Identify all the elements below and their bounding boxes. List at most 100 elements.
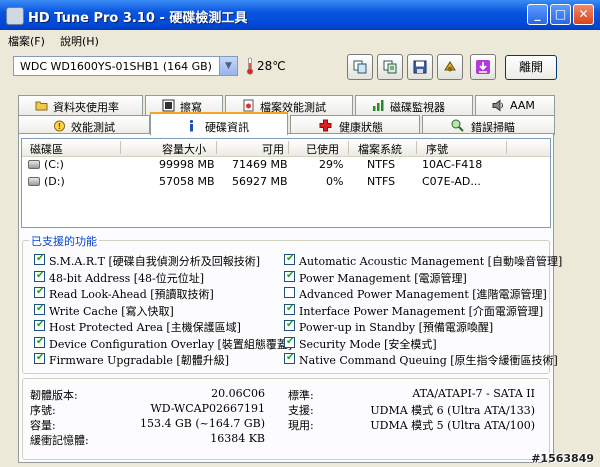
feature-checkbox: ✔ [284,336,295,348]
maximize-button[interactable]: □ [550,4,571,25]
feature-label: Write Cache [寫入快取] [49,304,174,318]
download-icon [476,60,490,74]
tab-label: 硬碟資訊 [205,121,249,134]
close-button[interactable]: ✕ [573,4,594,25]
tab-error-scan[interactable]: 錯誤掃瞄 [422,115,555,135]
tab-disk-info[interactable]: 硬碟資訊 [150,112,288,135]
feature-label: 48-bit Address [48-位元位址] [49,271,205,285]
minimize-icon: _ [534,7,541,21]
used-cell: 29% [319,158,344,171]
feature-label: Automatic Acoustic Management [自動噪音管理] [299,255,563,268]
info-label: 標準: [288,389,314,402]
benchmark-icon: ! [54,120,65,132]
info-label: 現用: [288,419,314,432]
tab-disk-monitor[interactable]: 磁碟監視器 [355,95,473,115]
tab-label: AAM [510,99,535,112]
info-label: 韌體版本: [30,389,78,402]
column-header-capacity[interactable]: 容量大小 [162,141,206,157]
folder-icon [35,101,48,111]
drive-icon [28,160,40,169]
file-benchmark-icon [243,99,254,112]
maximize-icon: □ [554,7,567,21]
minimize-button[interactable]: _ [527,4,548,25]
check-icon: ✔ [286,352,295,363]
check-icon: ✔ [286,302,295,314]
partition-list-header: 磁碟區 容量大小 可用 已使用 檔案系統 序號 [22,139,550,157]
menu-file[interactable]: 檔案(F) [8,33,45,49]
tab-aam[interactable]: AAM [475,95,555,115]
download-button[interactable] [470,54,496,80]
check-icon: ✔ [286,253,295,264]
title-bar[interactable]: HD Tune Pro 3.10 - 硬碟檢測工具 _ □ ✕ [0,0,600,30]
check-icon: ✔ [36,269,45,281]
copy-text-icon [383,60,397,74]
tab-label: 資料夾使用率 [53,101,119,114]
tab-folder-usage[interactable]: 資料夾使用率 [18,95,143,115]
info-icon [189,119,194,132]
feature-checkbox: ✔ [284,269,295,282]
tab-benchmark[interactable]: ! 效能測試 [18,115,150,135]
info-value: 16384 KB [210,432,265,445]
column-header-free[interactable]: 可用 [262,141,284,157]
info-value: UDMA 模式 6 (Ultra ATA/133) [370,404,535,417]
scan-magnifier-icon [451,119,464,132]
drive-icon [28,177,40,186]
check-icon: ✔ [286,269,295,281]
list-item[interactable]: (C:) 99998 MB 71469 MB 29% NTFS 10AC-F41… [22,157,550,173]
copy-text-button[interactable] [377,54,403,80]
window-title: HD Tune Pro 3.10 - 硬碟檢測工具 [28,11,248,26]
check-icon: ✔ [36,319,45,330]
options-button[interactable] [437,54,463,80]
feature-label: Advanced Power Management [進階電源管理] [299,288,547,301]
info-label: 序號: [30,404,56,417]
column-header-volume[interactable]: 磁碟區 [30,141,63,157]
eraser-icon [162,99,175,112]
menu-bar: 檔案(F) 說明(H) [0,30,600,50]
feature-label: Host Protected Area [主機保護區域] [49,321,241,334]
info-value: WD-WCAP02667191 [150,402,265,415]
info-value: UDMA 模式 5 (Ultra ATA/100) [370,419,535,432]
check-icon: ✔ [36,286,45,297]
column-header-used[interactable]: 已使用 [306,141,339,157]
column-header-serial[interactable]: 序號 [426,141,448,157]
menu-help[interactable]: 說明(H) [60,33,99,49]
list-item[interactable]: (D:) 57058 MB 56927 MB 0% NTFS C07E-AD..… [22,174,550,190]
serial-cell: 10AC-F418 [422,158,483,171]
check-icon: ✔ [36,335,45,347]
volume-cell: (C:) [44,158,64,171]
monitor-chart-icon [373,100,384,111]
check-icon: ✔ [36,352,45,363]
feature-label: Firmware Upgradable [韌體升級] [49,354,229,367]
copy-button[interactable] [347,54,373,80]
feature-checkbox: ✔ [284,253,295,265]
info-value: 153.4 GB (~164.7 GB) [139,417,265,430]
options-icon [444,61,456,72]
feature-checkbox: ✔ [284,319,295,331]
feature-label: Device Configuration Overlay [裝置組態覆蓋] [49,337,293,351]
svg-text:!: ! [58,122,62,131]
features-title: 已支援的功能 [29,233,99,249]
exit-button[interactable]: 離開 [505,55,557,80]
partition-list[interactable]: 磁碟區 容量大小 可用 已使用 檔案系統 序號 (C:) 99998 MB 71… [21,138,551,228]
feature-checkbox: ✔ [34,269,45,282]
speaker-icon [492,99,503,112]
save-button[interactable] [407,54,433,80]
feature-checkbox [284,287,295,298]
filesystem-cell: NTFS [367,158,396,171]
column-header-filesystem[interactable]: 檔案系統 [358,141,402,157]
feature-checkbox: ✔ [34,286,45,298]
info-label: 緩衝記憶體: [30,434,89,447]
check-icon: ✔ [286,319,295,330]
feature-checkbox: ✔ [34,352,45,364]
app-window: HD Tune Pro 3.10 - 硬碟檢測工具 _ □ ✕ 檔案(F) 說明… [0,0,600,467]
copy-icon [353,60,367,74]
drive-select-value: WDC WD1600YS-01SHB1 (164 GB) [20,60,212,73]
feature-checkbox: ✔ [34,303,45,315]
tab-health[interactable]: 健康狀態 [290,115,420,135]
watermark-text: #1563849 [531,452,594,465]
feature-checkbox: ✔ [34,319,45,331]
chevron-down-icon[interactable]: ▼ [219,57,237,75]
capacity-cell: 99998 MB [159,158,215,171]
drive-select[interactable]: WDC WD1600YS-01SHB1 (164 GB) ▼ [13,56,238,76]
check-icon: ✔ [36,253,45,264]
